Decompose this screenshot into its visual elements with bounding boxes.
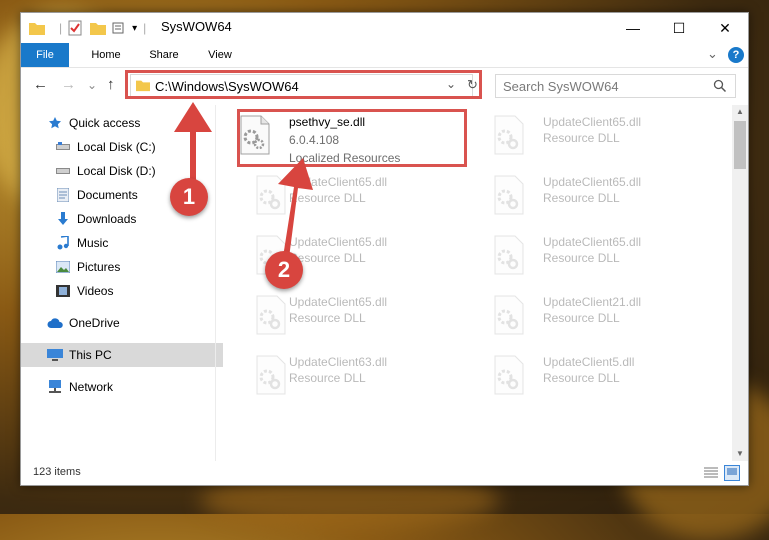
annotation-arrows [174,102,313,258]
step-2-badge: 2 [265,251,303,289]
arrow-2 [278,158,313,258]
step-1-badge: 1 [170,178,208,216]
arrow-1 [174,102,212,187]
